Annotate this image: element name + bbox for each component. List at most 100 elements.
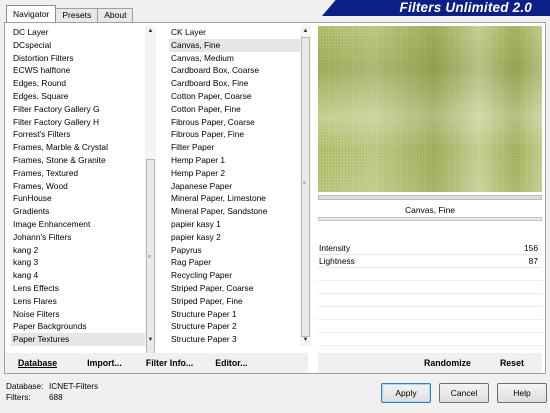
filter-list-item[interactable]: Canvas, Fine	[169, 38, 300, 52]
category-list-item[interactable]: Gradients	[11, 205, 145, 218]
category-list-item[interactable]: DCspecial	[11, 39, 145, 52]
database-label: Database:	[6, 382, 44, 391]
selected-filter-name: Canvas, Fine	[318, 202, 542, 221]
category-list-item[interactable]: Lens Flares	[11, 295, 145, 308]
filter-list-item[interactable]: Striped Paper, Coarse	[169, 282, 300, 295]
category-list-item[interactable]: Johann's Filters	[11, 231, 145, 244]
category-list-item[interactable]: DC Layer	[11, 26, 145, 39]
scroll-up-arrow-icon[interactable]: ▲	[145, 26, 156, 37]
category-list-item[interactable]: Frames, Stone & Granite	[11, 154, 145, 167]
category-list-item[interactable]: Distortion Filters	[11, 52, 145, 65]
filter-list-item[interactable]: papier kasy 1	[169, 218, 300, 231]
database-button[interactable]: Database	[13, 354, 62, 372]
filter-list-item[interactable]: Cardboard Box, Coarse	[169, 64, 300, 77]
filter-info-button[interactable]: Filter Info...	[141, 354, 198, 372]
category-list-item[interactable]: Paper Textures	[11, 333, 145, 346]
filter-name-label: Canvas, Fine	[404, 205, 456, 215]
category-list-item[interactable]: Frames, Textured	[11, 167, 145, 180]
category-list-item[interactable]: FunHouse	[11, 192, 145, 205]
filter-list-item[interactable]: Cardboard Box, Fine	[169, 77, 300, 90]
help-button[interactable]: Help	[497, 383, 547, 403]
param-empty-row	[318, 320, 542, 333]
filter-list-item[interactable]: Striped Paper, Fine	[169, 295, 300, 308]
category-list-item[interactable]: Paper Backgrounds	[11, 320, 145, 333]
category-list-item[interactable]: Edges, Round	[11, 77, 145, 90]
preset-button-bar: Randomize Reset	[318, 353, 542, 373]
category-list-item[interactable]: kang 2	[11, 244, 145, 257]
category-list-item[interactable]: Frames, Wood	[11, 180, 145, 193]
filter-list-item[interactable]: CK Layer	[169, 26, 300, 39]
preview-scrollbar[interactable]	[318, 195, 542, 200]
param-name: Lightness	[319, 256, 355, 266]
scroll-down-arrow-icon[interactable]: ▼	[300, 335, 311, 346]
filter-name-divider	[318, 217, 542, 221]
filter-list-item[interactable]: Mineral Paper, Sandstone	[169, 205, 300, 218]
database-value: ICNET-Filters	[49, 382, 99, 391]
category-list-item[interactable]: Frames, Marble & Crystal	[11, 141, 145, 154]
param-empty-row	[318, 307, 542, 320]
filter-list[interactable]: CK Layer Canvas, Fine Canvas, Medium Cardbo…	[169, 26, 300, 346]
param-empty-row	[318, 281, 542, 294]
param-intensity-row[interactable]: Intensity 156	[318, 242, 542, 255]
category-list-item[interactable]: Filter Factory Gallery H	[11, 116, 145, 129]
app-banner-title: Filters Unlimited 2.0	[322, 0, 550, 16]
param-empty-row	[318, 333, 542, 346]
filter-list-item[interactable]: Hemp Paper 2	[169, 167, 300, 180]
category-list-item[interactable]: Forrest's Filters	[11, 128, 145, 141]
scrollbar-thumb[interactable]: ≡	[146, 159, 155, 359]
category-list-item[interactable]: Noise Filters	[11, 308, 145, 321]
category-list-item[interactable]: Edges, Square	[11, 90, 145, 103]
parameter-table: Intensity 156 Lightness 87	[318, 242, 542, 346]
category-list[interactable]: DC Layer DCspecial Distortion Filters ECWS …	[11, 26, 145, 346]
filters-count-value: 688	[49, 393, 63, 402]
grip-icon: ≡	[303, 180, 306, 187]
reset-button[interactable]: Reset	[495, 354, 529, 372]
filter-preview-image	[318, 26, 542, 192]
filter-list-item[interactable]: papier kasy 2	[169, 231, 300, 244]
category-list-item[interactable]: kang 4	[11, 269, 145, 282]
filter-list-item[interactable]: Rag Paper	[169, 256, 300, 269]
param-empty-row	[318, 294, 542, 307]
filter-list-item[interactable]: Cotton Paper, Coarse	[169, 90, 300, 103]
param-value: 156	[524, 243, 538, 253]
filters-count-label: Filters:	[6, 393, 31, 402]
category-list-item[interactable]: Image Enhancement	[11, 218, 145, 231]
filter-list-item[interactable]: Papyrus	[169, 244, 300, 257]
filter-list-item[interactable]: Fibrous Paper, Fine	[169, 128, 300, 141]
import-button[interactable]: Import...	[82, 354, 127, 372]
filter-list-item[interactable]: Canvas, Medium	[169, 52, 300, 65]
param-value: 87	[528, 256, 538, 266]
navigator-button-bar: Database Import... Filter Info... Editor…	[5, 353, 308, 373]
category-list-item[interactable]: ECWS halftone	[11, 64, 145, 77]
cancel-button[interactable]: Cancel	[439, 383, 489, 403]
randomize-button[interactable]: Randomize	[419, 354, 476, 372]
category-list-item[interactable]: Filter Factory Gallery G	[11, 103, 145, 116]
category-list-item[interactable]: kang 3	[11, 256, 145, 269]
grip-icon: ≡	[148, 254, 151, 261]
category-list-item[interactable]: Lens Effects	[11, 282, 145, 295]
tab-about[interactable]: About	[97, 8, 134, 22]
apply-button[interactable]: Apply	[381, 383, 431, 403]
filter-list-scrollbar[interactable]: ▲ ≡ ▼	[300, 26, 311, 346]
param-name: Intensity	[319, 243, 351, 253]
scroll-up-arrow-icon[interactable]: ▲	[300, 26, 311, 37]
tab-bar: Navigator Presets About	[6, 5, 134, 23]
filter-list-item[interactable]: Recycling Paper	[169, 269, 300, 282]
editor-button[interactable]: Editor...	[210, 354, 252, 372]
filter-list-item[interactable]: Hemp Paper 1	[169, 154, 300, 167]
scroll-down-arrow-icon[interactable]: ▼	[145, 335, 156, 346]
param-lightness-row[interactable]: Lightness 87	[318, 255, 542, 268]
filter-list-item[interactable]: Japanese Paper	[169, 180, 300, 193]
scrollbar-thumb[interactable]: ≡	[301, 37, 310, 337]
filter-list-item[interactable]: Fibrous Paper, Coarse	[169, 116, 300, 129]
filter-list-item[interactable]: Cotton Paper, Fine	[169, 103, 300, 116]
tab-presets[interactable]: Presets	[55, 8, 99, 22]
filter-list-item[interactable]: Structure Paper 3	[169, 333, 300, 346]
database-info: Database: ICNET-Filters Filters: 688	[6, 381, 98, 403]
filter-list-item[interactable]: Structure Paper 2	[169, 320, 300, 333]
filter-list-item[interactable]: Filter Paper	[169, 141, 300, 154]
filter-list-item[interactable]: Structure Paper 1	[169, 308, 300, 321]
filter-list-item[interactable]: Mineral Paper, Limestone	[169, 192, 300, 205]
category-list-scrollbar[interactable]: ▲ ≡ ▼	[145, 26, 156, 359]
tab-navigator[interactable]: Navigator	[6, 5, 57, 22]
